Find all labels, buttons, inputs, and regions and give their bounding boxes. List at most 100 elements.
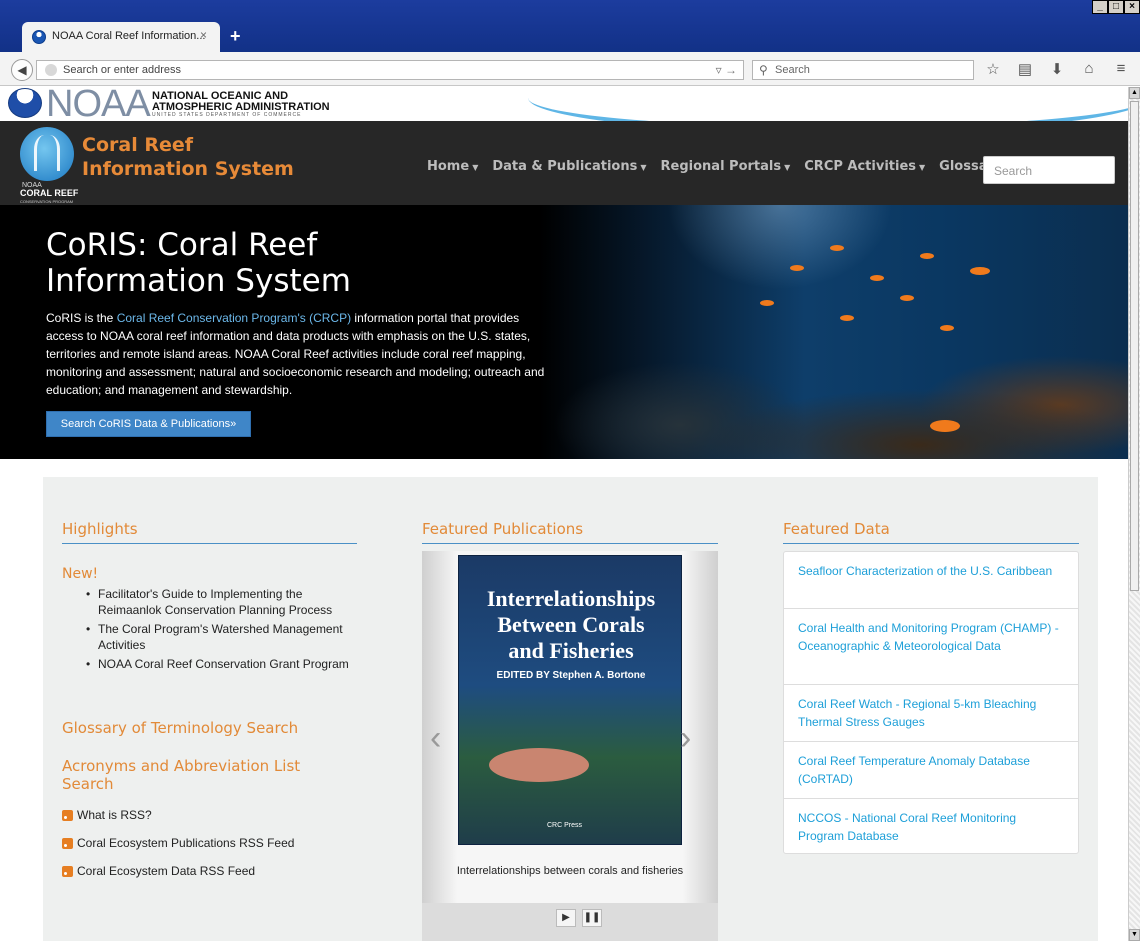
hero-title-line2: Information System — [46, 263, 351, 299]
site-title-line2[interactable]: Information System — [82, 158, 294, 180]
fish-shape — [900, 295, 914, 301]
site-title-line1[interactable]: Coral Reef — [82, 134, 193, 156]
scroll-down-arrow-icon[interactable]: ▼ — [1129, 929, 1140, 941]
fish-shape — [790, 265, 804, 271]
highlights-heading: Highlights — [62, 520, 138, 538]
nav-crcp-activities-label: CRCP Activities — [804, 159, 917, 174]
maximize-button[interactable]: □ — [1108, 0, 1124, 14]
fish-shape — [840, 315, 854, 321]
tab-title: NOAA Coral Reef Information... — [52, 30, 206, 42]
noaa-header: NOAA NATIONAL OCEANIC AND ATMOSPHERIC AD… — [0, 87, 1128, 121]
download-icon[interactable]: ⬇ — [1048, 60, 1066, 78]
glossary-search-link[interactable]: Glossary of Terminology Search — [62, 719, 298, 737]
noaa-favicon-icon — [32, 30, 46, 44]
back-button[interactable]: ◀ — [11, 59, 33, 81]
highlights-divider — [62, 543, 357, 544]
rss-link-publications[interactable]: Coral Ecosystem Publications RSS Feed — [62, 836, 294, 850]
featured-data-list: Seafloor Characterization of the U.S. Ca… — [783, 551, 1079, 854]
menu-icon[interactable]: ≡ — [1112, 60, 1130, 78]
site-search-placeholder: Search — [994, 164, 1033, 178]
featured-data-item[interactable]: Coral Reef Temperature Anomaly Database … — [784, 742, 1078, 799]
site-search-input[interactable]: Search — [983, 156, 1115, 184]
chevron-down-icon: ▼ — [919, 163, 926, 172]
scroll-up-arrow-icon[interactable]: ▲ — [1129, 87, 1140, 99]
featured-data-item[interactable]: Coral Reef Watch - Regional 5-km Bleachi… — [784, 685, 1078, 742]
grouper-fish-image — [489, 748, 589, 782]
featured-data-divider — [783, 543, 1079, 544]
browser-toolbar: ◀ Search or enter address ▿ → ⚲ Search ☆… — [0, 52, 1140, 86]
rss-icon — [62, 809, 73, 821]
book-title-line3: and Fisheries — [508, 638, 634, 663]
chevron-right-icon[interactable]: › — [680, 719, 691, 758]
chevron-down-icon: ▼ — [472, 163, 479, 172]
address-input[interactable]: Search or enter address — [63, 64, 181, 76]
crcp-link[interactable]: Coral Reef Conservation Program's (CRCP) — [117, 311, 351, 325]
featured-data-item[interactable]: Seafloor Characterization of the U.S. Ca… — [784, 552, 1078, 609]
page-scrollbar[interactable]: ▲ ▼ — [1128, 87, 1140, 941]
minimize-button[interactable]: _ — [1092, 0, 1108, 14]
close-window-button[interactable]: × — [1124, 0, 1140, 14]
browser-search-input[interactable]: Search — [775, 64, 810, 76]
play-icon[interactable]: ▶ — [556, 909, 576, 927]
noaa-emblem-icon[interactable] — [8, 88, 42, 118]
nav-regional-portals-label: Regional Portals — [660, 159, 782, 174]
fish-shape — [920, 253, 934, 259]
chevron-down-icon: ▼ — [784, 163, 791, 172]
home-icon[interactable]: ⌂ — [1080, 60, 1098, 78]
window-controls: _ □ × — [1092, 0, 1140, 14]
search-icon: ⚲ — [759, 63, 768, 77]
address-bar[interactable]: Search or enter address ▿ → — [36, 60, 744, 80]
rss-link-data[interactable]: Coral Ecosystem Data RSS Feed — [62, 864, 255, 878]
header-swoosh — [528, 87, 1128, 121]
book-editor: EDITED BY Stephen A. Bortone — [496, 670, 646, 681]
rss-icon — [62, 865, 73, 877]
browser-search-bar[interactable]: ⚲ Search — [752, 60, 974, 80]
acronyms-search-link-line2[interactable]: Search — [62, 775, 114, 793]
noaa-wordmark[interactable]: NOAA — [46, 87, 151, 121]
highlights-list: Facilitator's Guide to Implementing the … — [86, 586, 366, 675]
list-item[interactable]: Facilitator's Guide to Implementing the … — [86, 586, 366, 618]
publications-divider — [422, 543, 718, 544]
go-arrow-icon[interactable]: ▿ → — [716, 63, 737, 77]
rss-label: Coral Ecosystem Publications RSS Feed — [77, 836, 295, 850]
rss-link-what-is[interactable]: What is RSS? — [62, 808, 152, 822]
bookmark-star-icon[interactable]: ☆ — [984, 60, 1002, 78]
hero-title-line1: CoRIS: Coral Reef — [46, 227, 318, 263]
site-identity-icon[interactable] — [45, 64, 57, 76]
book-cover[interactable]: Interrelationships Between Corals and Fi… — [458, 555, 682, 845]
toolbar-icons: ☆ ▤ ⬇ ⌂ ≡ — [984, 60, 1130, 78]
rss-label: What is RSS? — [77, 808, 152, 822]
reading-list-icon[interactable]: ▤ — [1016, 60, 1034, 78]
carousel-controls: ▶ ❚❚ — [422, 903, 718, 941]
scroll-thumb[interactable] — [1130, 101, 1139, 591]
close-tab-icon[interactable]: × — [200, 28, 207, 42]
nav-regional-portals[interactable]: Regional Portals ▼ — [661, 159, 791, 174]
noaa-name-line3: UNITED STATES DEPARTMENT OF COMMERCE — [152, 112, 302, 118]
list-item[interactable]: NOAA Coral Reef Conservation Grant Progr… — [86, 656, 366, 672]
fish-shape — [940, 325, 954, 331]
acronyms-search-link-line1[interactable]: Acronyms and Abbreviation List — [62, 757, 300, 775]
list-item[interactable]: The Coral Program's Watershed Management… — [86, 621, 366, 653]
featured-publications-heading: Featured Publications — [422, 520, 584, 538]
nav-data-publications[interactable]: Data & Publications ▼ — [492, 159, 646, 174]
nav-crcp-activities[interactable]: CRCP Activities ▼ — [804, 159, 925, 174]
fish-shape — [970, 267, 990, 275]
chevron-left-icon[interactable]: ‹ — [430, 719, 441, 758]
nav-home-label: Home — [427, 159, 470, 174]
nav-home[interactable]: Home ▼ — [427, 159, 478, 174]
featured-data-item[interactable]: Coral Health and Monitoring Program (CHA… — [784, 609, 1078, 685]
search-data-publications-button[interactable]: Search CoRIS Data & Publications» — [46, 411, 251, 437]
logo-sub-program: CONSERVATION PROGRAM — [20, 199, 74, 204]
pause-icon[interactable]: ❚❚ — [582, 909, 602, 927]
featured-data-item[interactable]: NCCOS - National Coral Reef Monitoring P… — [784, 799, 1078, 855]
site-header: NOAA CORAL REEF CONSERVATION PROGRAM Cor… — [0, 121, 1128, 205]
publications-carousel: Interrelationships Between Corals and Fi… — [422, 551, 718, 941]
carousel-caption[interactable]: Interrelationships between corals and fi… — [422, 865, 718, 877]
content-panel: Highlights New! Facilitator's Guide to I… — [43, 477, 1098, 941]
browser-tab[interactable]: NOAA Coral Reef Information... × — [22, 22, 220, 52]
rss-label: Coral Ecosystem Data RSS Feed — [77, 864, 256, 878]
hero-description: CoRIS is the Coral Reef Conservation Pro… — [46, 309, 551, 399]
browser-titlebar: NOAA Coral Reef Information... × + _ □ × — [0, 0, 1140, 52]
nav-data-publications-label: Data & Publications — [492, 159, 638, 174]
new-tab-button[interactable]: + — [230, 26, 241, 47]
